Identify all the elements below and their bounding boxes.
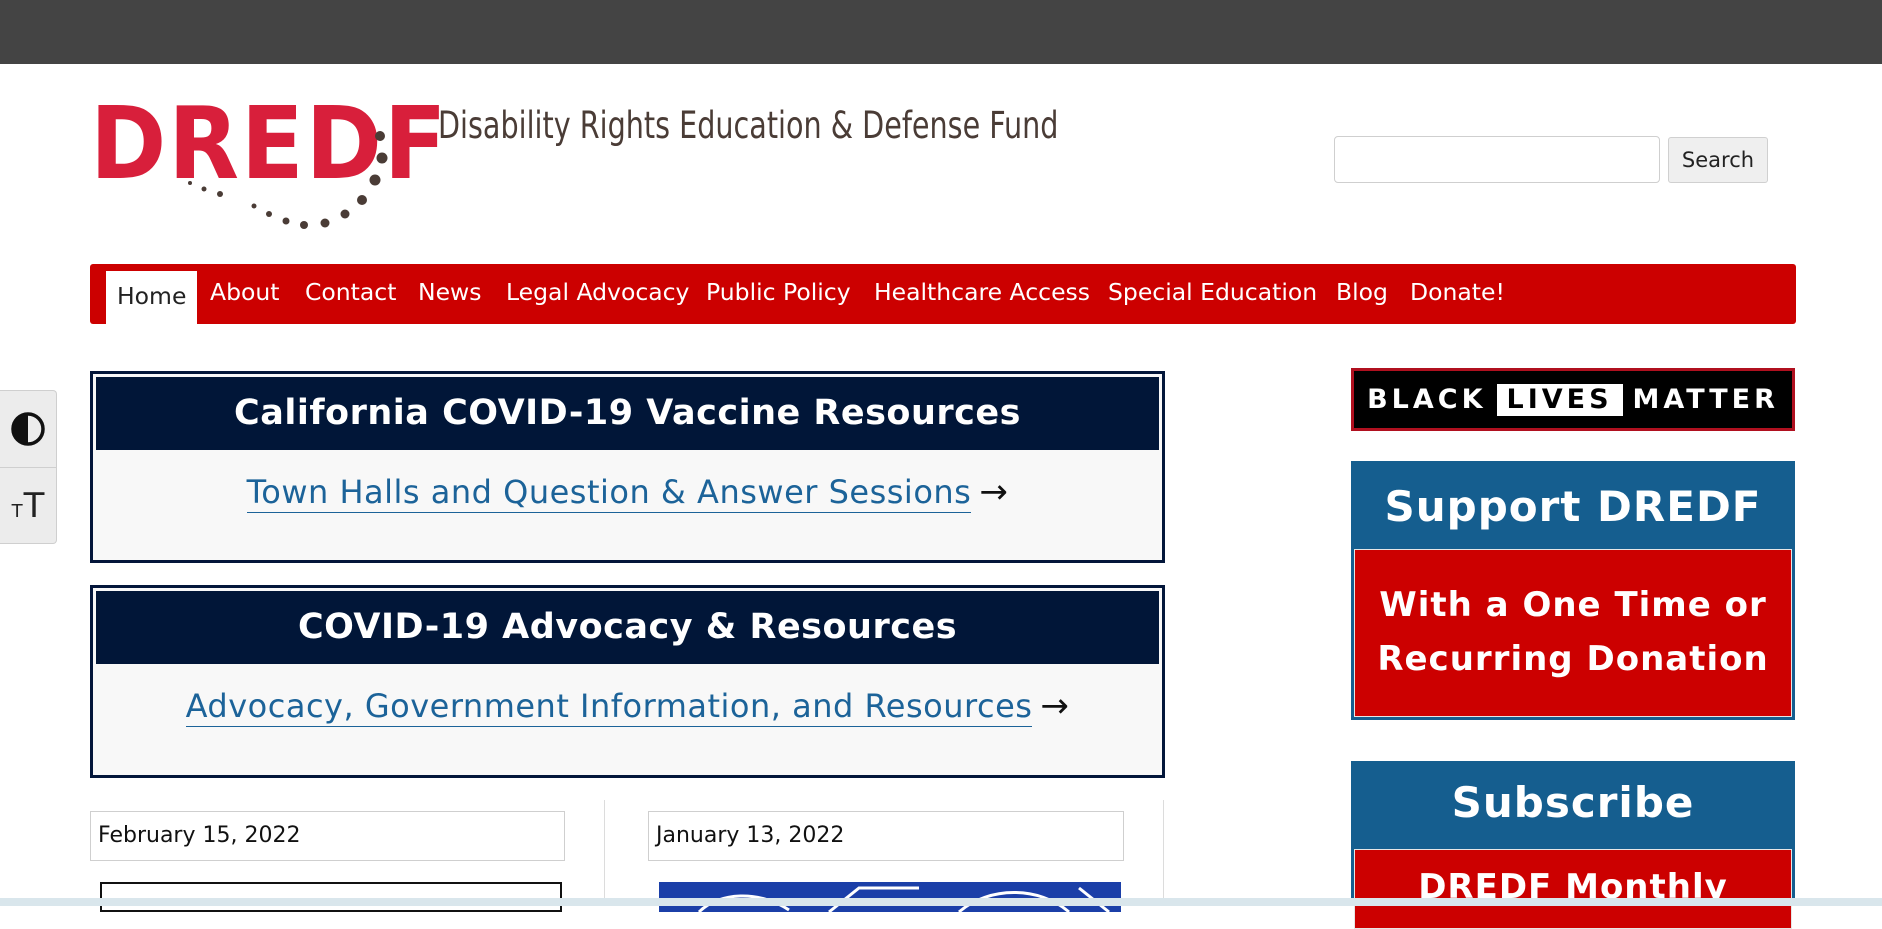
feature-link[interactable]: Advocacy, Government Information, and Re… (185, 687, 1033, 727)
site-tagline: Disability Rights Education & Defense Fu… (438, 104, 1059, 147)
main-nav: Home About Contact News Legal Advocacy P… (90, 264, 1796, 324)
bottom-edge (0, 898, 1882, 906)
contrast-icon (11, 412, 45, 446)
search-input[interactable] (1334, 136, 1660, 183)
feature-heading: California COVID-19 Vaccine Resources (96, 377, 1159, 450)
nav-item-blog[interactable]: Blog (1336, 280, 1388, 324)
nav-item-home[interactable]: Home (106, 271, 198, 324)
arrow-right-icon: → (1040, 686, 1070, 726)
donate-button-line1: With a One Time or (1379, 585, 1767, 625)
search-button[interactable]: Search (1668, 137, 1768, 183)
nav-item-public-policy[interactable]: Public Policy (706, 280, 851, 324)
nav-item-special-education[interactable]: Special Education (1108, 280, 1317, 324)
feature-link[interactable]: Town Halls and Question & Answer Session… (246, 473, 972, 513)
browser-top-bar (0, 0, 1882, 64)
feature-link-row: Advocacy, Government Information, and Re… (93, 686, 1162, 727)
accessibility-toolbar: TT (0, 390, 57, 544)
column-divider (1163, 800, 1164, 906)
donate-button[interactable]: With a One Time or Recurring Donation (1354, 549, 1792, 717)
post-date: January 13, 2022 (648, 811, 1124, 861)
feature-box-advocacy: COVID-19 Advocacy & Resources Advocacy, … (90, 585, 1165, 778)
blm-lives: LIVES (1496, 383, 1623, 416)
nav-item-about[interactable]: About (210, 280, 279, 324)
logo-dots-graphic (188, 131, 388, 229)
donate-button-line2: Recurring Donation (1377, 639, 1769, 679)
feature-heading: COVID-19 Advocacy & Resources (96, 591, 1159, 664)
column-divider (604, 800, 605, 906)
blm-matter: MATTER (1632, 384, 1779, 415)
subscribe-button[interactable]: DREDF Monthly (1354, 849, 1792, 929)
nav-item-healthcare-access[interactable]: Healthcare Access (874, 280, 1090, 324)
feature-box-vaccine: California COVID-19 Vaccine Resources To… (90, 371, 1165, 563)
text-size-button[interactable]: TT (0, 468, 56, 544)
post-thumbnail[interactable] (100, 882, 562, 912)
nav-item-legal-advocacy[interactable]: Legal Advocacy (506, 280, 689, 324)
feature-link-row: Town Halls and Question & Answer Session… (93, 472, 1162, 513)
arrow-right-icon: → (979, 472, 1009, 512)
post-thumbnail[interactable] (659, 882, 1121, 912)
nav-item-donate[interactable]: Donate! (1410, 280, 1505, 324)
text-size-icon: TT (11, 486, 45, 526)
support-title: Support DREDF (1384, 482, 1762, 531)
nav-item-news[interactable]: News (418, 280, 482, 324)
dredf-logo[interactable]: DREDF (90, 90, 447, 235)
blm-black: BLACK (1367, 384, 1487, 415)
black-lives-matter-banner[interactable]: BLACK LIVES MATTER (1351, 368, 1795, 431)
subscribe-box: Subscribe DREDF Monthly (1351, 761, 1795, 929)
subscribe-title: Subscribe (1451, 778, 1695, 827)
support-box: Support DREDF With a One Time or Recurri… (1351, 461, 1795, 720)
post-date: February 15, 2022 (90, 811, 565, 861)
nav-item-contact[interactable]: Contact (305, 280, 396, 324)
thumbnail-graphic (697, 886, 1110, 912)
contrast-toggle-button[interactable] (0, 391, 56, 467)
